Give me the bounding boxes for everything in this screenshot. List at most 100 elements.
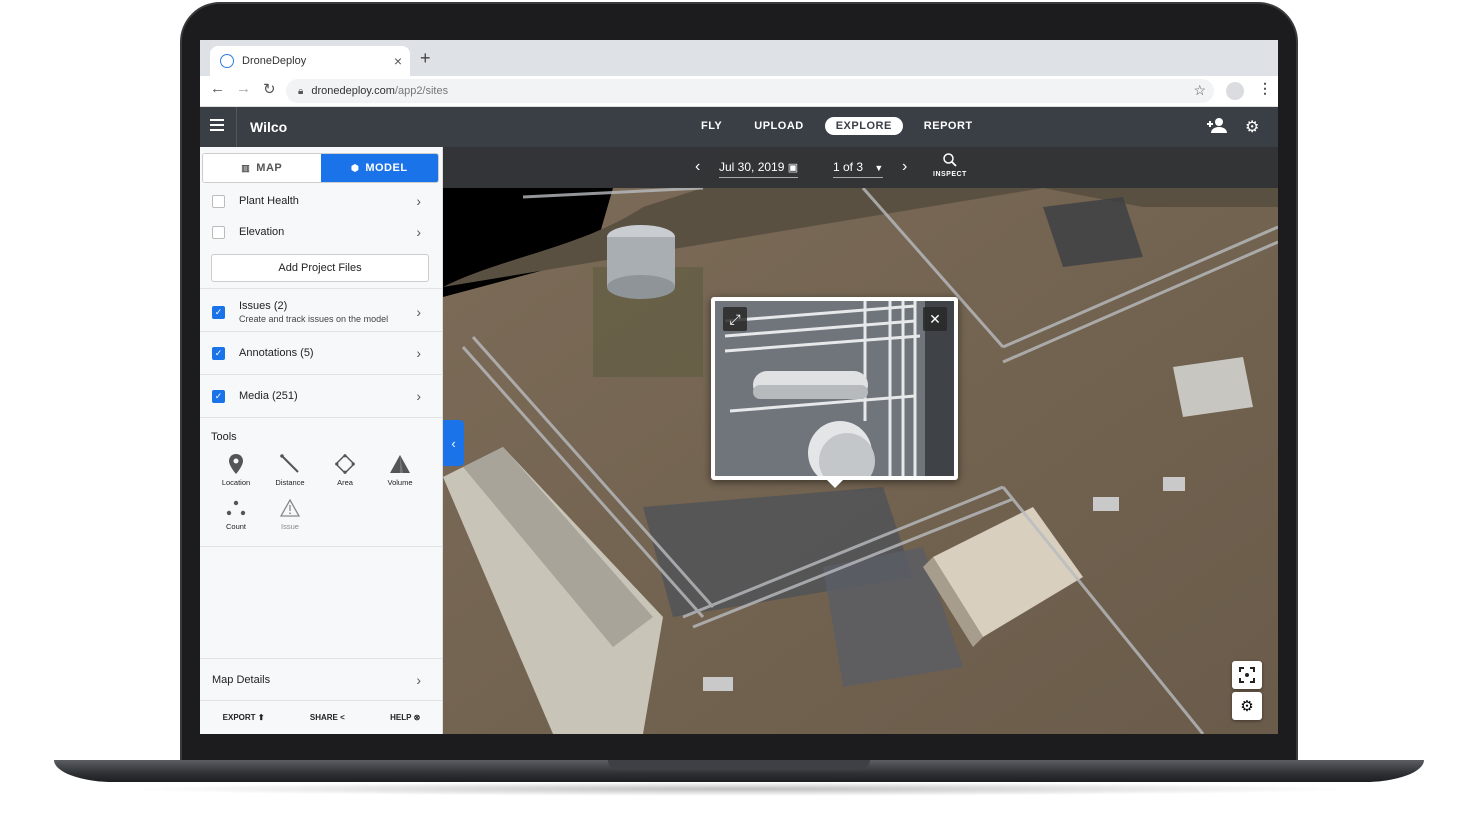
project-title: Wilco [250, 119, 288, 135]
browser-menu-icon[interactable]: ⋮ [1258, 80, 1272, 97]
header-divider [236, 107, 237, 147]
hamburger-menu-icon[interactable] [210, 119, 224, 131]
browser-tab[interactable]: DroneDeploy × [210, 46, 410, 76]
view-settings-gear-icon[interactable]: ⚙ [1232, 692, 1262, 720]
back-arrow-icon[interactable]: ← [210, 80, 225, 97]
tool-label: Count [225, 522, 246, 531]
laptop-notch [608, 760, 870, 770]
toggle-model-label: MODEL [365, 162, 408, 174]
share-label: SHARE [309, 712, 338, 722]
export-button[interactable]: EXPORT ⬆ [223, 713, 265, 722]
dronedeploy-favicon-icon [220, 54, 234, 68]
tool-area[interactable]: Area [320, 453, 370, 487]
distance-line-icon [265, 453, 315, 475]
expand-icon[interactable]: ⤢ [723, 307, 747, 331]
chevron-right-icon: › [416, 672, 421, 688]
toggle-map-label: MAP [256, 162, 283, 174]
map-icon: ▥ [241, 162, 251, 173]
location-pin-icon [211, 453, 261, 475]
toggle-map-button[interactable]: ▥ MAP [203, 154, 321, 182]
elevation-checkbox[interactable] [212, 225, 225, 239]
tool-volume[interactable]: Volume [375, 453, 425, 487]
tools-heading: Tools [211, 431, 237, 443]
add-project-files-button[interactable]: Add Project Files [211, 254, 429, 282]
fit-view-icon[interactable] [1232, 661, 1262, 689]
screen: DroneDeploy × + ← → ↻ 🔒︎ dronedeploy.com… [200, 40, 1278, 734]
issue-warning-icon [265, 497, 315, 519]
cube-icon: ⬢ [350, 162, 360, 173]
forward-arrow-icon[interactable]: → [236, 80, 251, 97]
overlay-subtitle: Create and track issues on the model [239, 314, 389, 324]
collapse-sidebar-button[interactable]: ‹ [443, 420, 464, 466]
inspect-magnifier-icon[interactable] [943, 153, 957, 170]
divider [200, 331, 443, 332]
media-thumbnail-image[interactable] [715, 301, 954, 476]
date-selector[interactable]: Jul 30, 2019 ▣ [719, 160, 799, 178]
previous-date-arrow-icon[interactable]: ‹ [695, 158, 700, 176]
tool-distance[interactable]: Distance [265, 453, 315, 487]
model-viewer[interactable]: ‹ Jul 30, 2019 ▣ 1 of 3 ▼ › INSPECT ⤢ ✕ … [443, 147, 1278, 734]
tool-label: Issue [281, 522, 299, 531]
tool-label: Area [337, 478, 353, 487]
divider [200, 417, 443, 418]
overlay-label: Issues (2) [239, 300, 288, 312]
help-label: HELP [390, 712, 412, 722]
chevron-right-icon: › [416, 304, 421, 320]
layer-elevation[interactable]: Elevation › [200, 220, 443, 244]
tab-upload[interactable]: UPLOAD [743, 117, 814, 135]
plant-health-checkbox[interactable] [212, 194, 225, 208]
tool-label: Location [221, 478, 251, 487]
chevron-right-icon: › [416, 224, 421, 240]
tab-explore[interactable]: EXPLORE [824, 117, 903, 135]
sidebar-footer: EXPORT ⬆ SHARE < HELP ⊗ [200, 700, 443, 734]
new-tab-icon[interactable]: + [420, 48, 431, 69]
inspect-label: INSPECT [933, 171, 967, 178]
overlay-issues[interactable]: ✓ Issues (2) Create and track issues on … [200, 293, 443, 331]
share-button[interactable]: SHARE < [310, 713, 345, 722]
tool-count[interactable]: Count [211, 497, 261, 531]
date-navigation-bar: ‹ Jul 30, 2019 ▣ 1 of 3 ▼ › INSPECT [443, 147, 1278, 188]
area-polygon-icon [320, 453, 370, 475]
layer-label: Plant Health [239, 195, 299, 207]
settings-gear-icon[interactable]: ⚙ [1245, 117, 1259, 137]
lock-icon: 🔒︎ [298, 85, 304, 97]
divider [200, 374, 443, 375]
help-button[interactable]: HELP ⊗ [390, 713, 420, 722]
tab-title: DroneDeploy [242, 55, 307, 67]
url-host: dronedeploy.com [311, 85, 395, 97]
annotations-checkbox[interactable]: ✓ [212, 346, 225, 360]
tool-location[interactable]: Location [211, 453, 261, 487]
layer-plant-health[interactable]: Plant Health › [200, 189, 443, 213]
reload-icon[interactable]: ↻ [263, 80, 276, 98]
divider [200, 546, 443, 547]
laptop-shadow [120, 782, 1360, 796]
layer-label: Elevation [239, 226, 285, 238]
add-user-icon[interactable] [1206, 117, 1228, 138]
close-popup-icon[interactable]: ✕ [923, 307, 947, 331]
export-label: EXPORT [222, 712, 256, 722]
tool-issue[interactable]: Issue [265, 497, 315, 531]
map-details-row[interactable]: Map Details › [200, 659, 443, 701]
chevron-right-icon: › [416, 193, 421, 209]
media-checkbox[interactable]: ✓ [212, 389, 225, 403]
next-date-arrow-icon[interactable]: › [902, 158, 907, 176]
app-header: Wilco FLY UPLOAD EXPLORE REPORT ⚙ [200, 107, 1278, 147]
main-nav: FLY UPLOAD EXPLORE REPORT [690, 117, 984, 135]
tab-report[interactable]: REPORT [913, 117, 984, 135]
pager-dropdown[interactable]: 1 of 3 ▼ [833, 160, 884, 178]
sidebar: ▥ MAP ⬢ MODEL Plant Health › Elevation ›… [200, 147, 443, 734]
overlay-label: Media (251) [239, 390, 298, 402]
tab-close-icon[interactable]: × [394, 53, 402, 69]
count-dots-icon [211, 497, 261, 519]
bookmark-star-icon[interactable]: ☆ [1193, 82, 1206, 99]
tab-fly[interactable]: FLY [690, 117, 733, 135]
issues-checkbox[interactable]: ✓ [212, 305, 225, 319]
overlay-media[interactable]: ✓ Media (251) › [200, 377, 443, 415]
popup-pointer [826, 479, 844, 488]
chevron-right-icon: › [416, 388, 421, 404]
overlay-annotations[interactable]: ✓ Annotations (5) › [200, 334, 443, 372]
toggle-model-button[interactable]: ⬢ MODEL [320, 154, 438, 182]
address-bar: ← → ↻ 🔒︎ dronedeploy.com/app2/sites ☆ ⋮ [200, 76, 1278, 107]
url-field[interactable]: 🔒︎ dronedeploy.com/app2/sites ☆ [286, 79, 1214, 103]
profile-avatar[interactable] [1226, 82, 1244, 100]
